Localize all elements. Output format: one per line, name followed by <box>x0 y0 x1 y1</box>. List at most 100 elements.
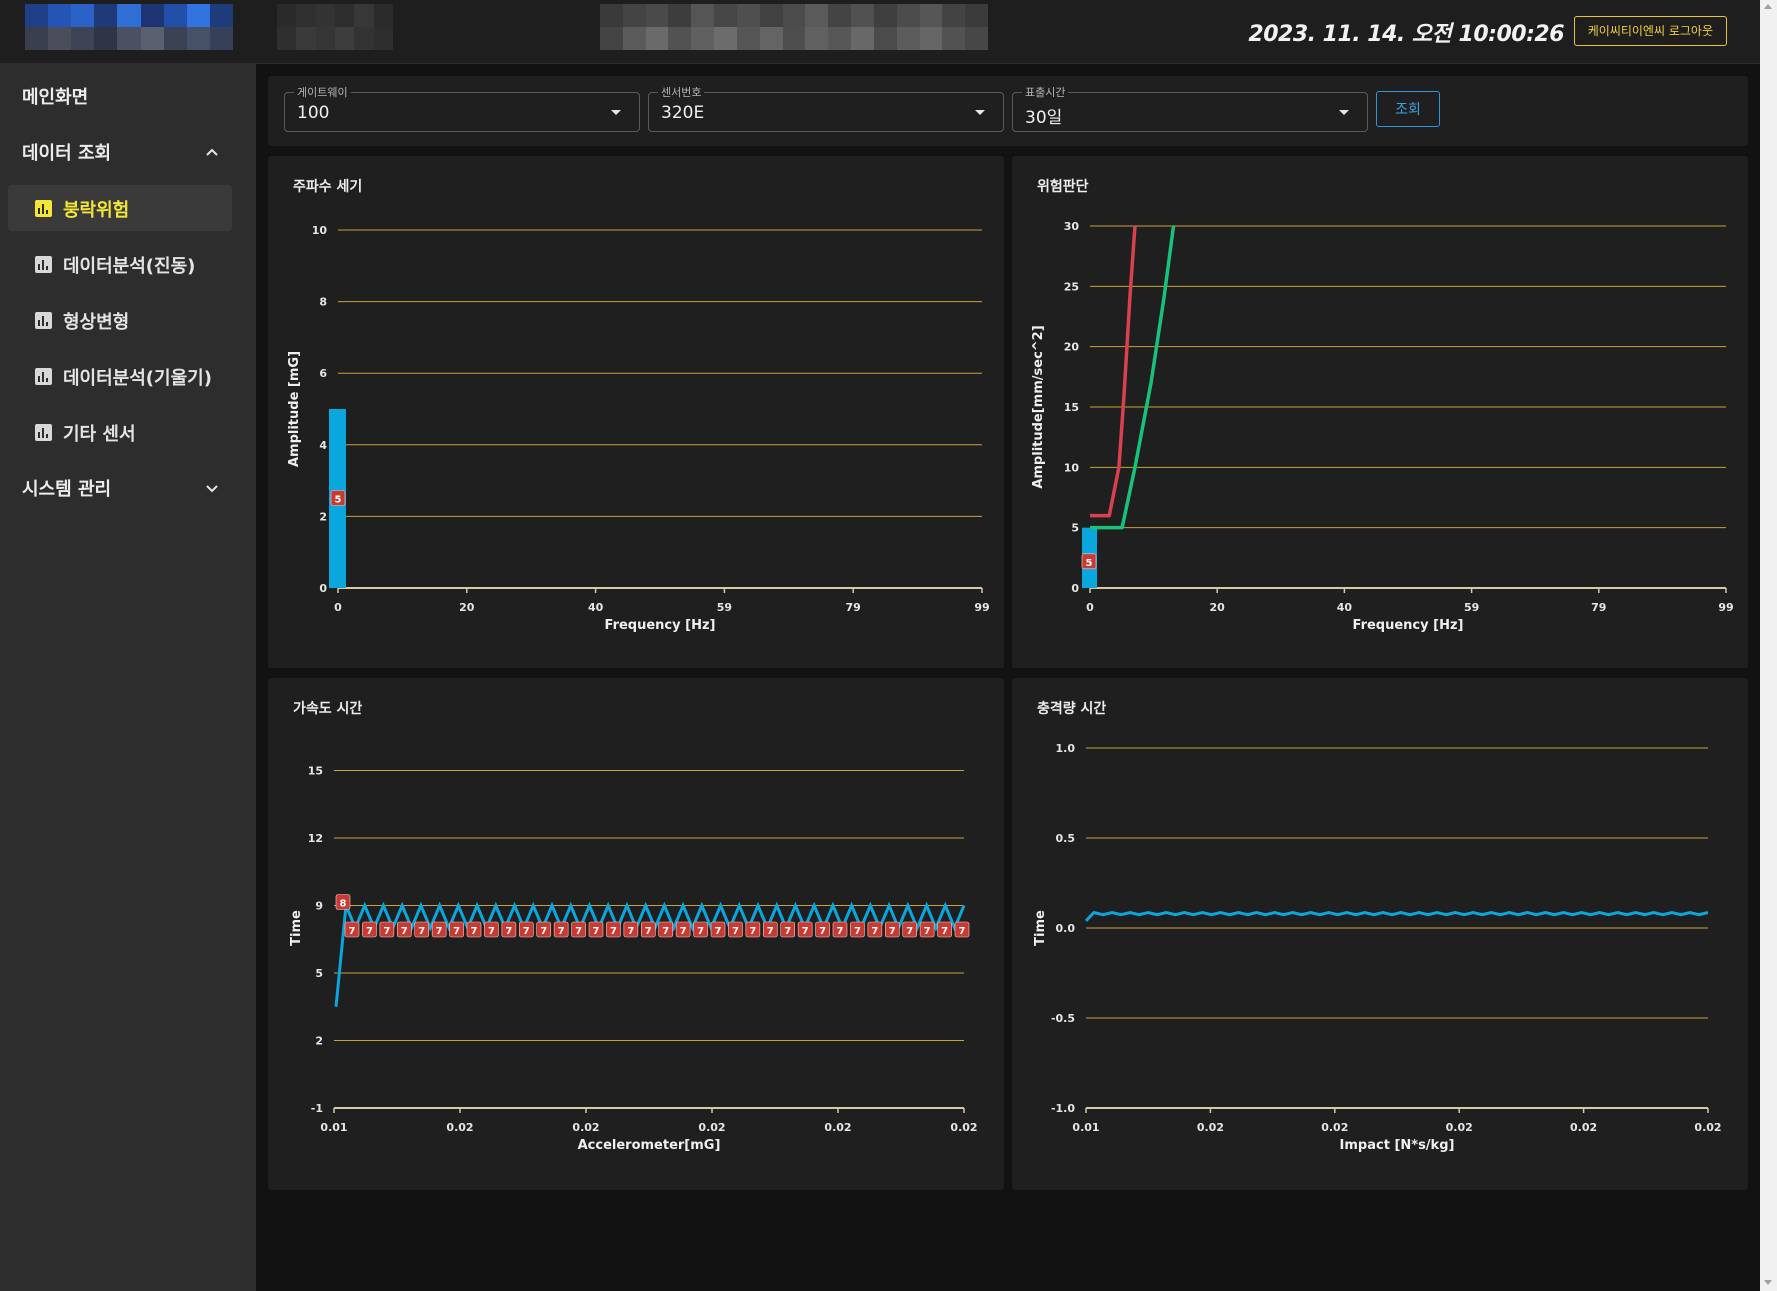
data-label: 7 <box>732 926 739 937</box>
period-select[interactable]: 표출시간 30일 <box>1012 84 1368 132</box>
x-tick-label: 0.02 <box>446 1121 473 1134</box>
x-tick-label: 99 <box>974 601 989 614</box>
x-axis-title: Impact [N*s/kg] <box>1340 1138 1455 1153</box>
data-label: 7 <box>523 926 530 937</box>
data-label: 5 <box>335 495 342 506</box>
data-label: 7 <box>941 926 948 937</box>
sidebar-item-other-sensors[interactable]: 기타 센서 <box>8 409 232 455</box>
data-label: 7 <box>906 926 913 937</box>
x-tick-label: 79 <box>1591 601 1606 614</box>
chevron-down-icon[interactable] <box>204 480 220 496</box>
x-tick-label: 0.02 <box>1321 1121 1348 1134</box>
y-axis-title: Time <box>1033 910 1048 946</box>
x-tick-label: 0.01 <box>320 1121 347 1134</box>
data-label: 7 <box>837 926 844 937</box>
caret-down-icon <box>611 110 621 115</box>
x-tick-label: 59 <box>1464 601 1479 614</box>
y-tick-label: 15 <box>308 765 323 778</box>
data-label: 8 <box>340 899 347 910</box>
risk-chart: 0 5 10 15 20 25 30 0 20 40 59 79 99 Frequency [Hz] Amp… <box>1031 220 1734 633</box>
data-label: 7 <box>697 926 704 937</box>
y-tick-label: 8 <box>319 296 327 309</box>
sidebar-item-vibration-analysis[interactable]: 데이터분석(진동) <box>8 241 232 287</box>
y-tick-label: 10 <box>1064 461 1080 474</box>
bar-chart-icon <box>35 368 52 385</box>
data-label: 7 <box>924 926 931 937</box>
impact-series-line <box>1084 910 1709 922</box>
y-tick-label: 25 <box>1064 280 1079 293</box>
x-axis-title: Frequency [Hz] <box>1353 618 1464 633</box>
chart-panel-risk: 위험판단 0 5 10 15 20 25 30 0 20 40 59 79 99 Frequency [H… <box>1012 156 1748 668</box>
data-label: 7 <box>749 926 756 937</box>
y-axis-title: Amplitude[mm/sec^2] <box>1031 325 1046 488</box>
scroll-down-arrow-icon[interactable] <box>1764 1280 1772 1285</box>
x-tick-label: 0 <box>1086 601 1094 614</box>
logout-button[interactable]: 케이씨티이엔씨 로그아웃 <box>1573 16 1727 46</box>
caret-down-icon <box>1339 110 1349 115</box>
x-tick-label: 0 <box>334 601 342 614</box>
y-tick-label: -1 <box>311 1102 323 1115</box>
x-tick-label: 79 <box>846 601 861 614</box>
sidebar-item-tilt-analysis[interactable]: 데이터분석(기울기) <box>8 353 232 399</box>
gateway-select-value: 100 <box>297 103 330 123</box>
page-scrollbar[interactable] <box>1760 0 1777 1291</box>
x-tick-label: 0.02 <box>1570 1121 1597 1134</box>
data-label: 7 <box>575 926 582 937</box>
chart-panel-impact: 충격량 시간 -1.0 -0.5 0.0 0.5 1.0 0.01 0.02 0.02 0.02… <box>1012 678 1748 1190</box>
data-label: 7 <box>645 926 652 937</box>
bar-chart-icon <box>35 312 52 329</box>
x-tick-label: 40 <box>1337 601 1353 614</box>
x-tick-label: 20 <box>1210 601 1226 614</box>
data-label: 7 <box>871 926 878 937</box>
sidebar-group-data[interactable]: 데이터 조회 <box>22 139 111 165</box>
y-tick-label: 12 <box>308 832 323 845</box>
red-threshold-line <box>1090 225 1137 518</box>
sidebar-item-main[interactable]: 메인화면 <box>22 83 88 109</box>
app-window: 2023. 11. 14. 오전 10:00:26 케이씨티이엔씨 로그아웃 메… <box>0 0 1777 1291</box>
header-blurred-text <box>277 4 393 50</box>
impact-chart: -1.0 -0.5 0.0 0.5 1.0 0.01 0.02 0.02 0.02 0.02 0.0… <box>1033 742 1722 1153</box>
sidebar-group-system[interactable]: 시스템 관리 <box>22 475 111 501</box>
data-label: 7 <box>715 926 722 937</box>
period-select-value: 30일 <box>1025 108 1063 128</box>
y-tick-label: 9 <box>315 900 323 913</box>
x-tick-label: 59 <box>717 601 732 614</box>
sensor-select-label: 센서번호 <box>658 84 705 100</box>
data-label: 7 <box>436 926 443 937</box>
x-axis-title: Frequency [Hz] <box>605 618 716 633</box>
sidebar-item-label: 기타 센서 <box>63 424 136 445</box>
y-tick-label: -0.5 <box>1051 1012 1075 1025</box>
data-label: 7 <box>662 926 669 937</box>
sensor-select[interactable]: 센서번호 320E <box>648 84 1004 132</box>
sidebar-item-shape-deformation[interactable]: 형상변형 <box>8 297 232 343</box>
y-tick-label: 0.5 <box>1056 832 1076 845</box>
data-label: 7 <box>558 926 565 937</box>
gateway-select[interactable]: 게이트웨이 100 <box>284 84 640 132</box>
scroll-up-arrow-icon[interactable] <box>1764 4 1772 9</box>
query-button[interactable]: 조회 <box>1376 91 1440 127</box>
sidebar-item-label: 데이터분석(기울기) <box>63 368 212 389</box>
chart-panel-acceleration: 가속도 시간 -1 2 5 9 12 15 0.01 0.02 0.02 0.02 0.02 0.02… <box>268 678 1004 1190</box>
data-label: 7 <box>593 926 600 937</box>
y-tick-label: 10 <box>312 224 328 237</box>
data-label: 7 <box>488 926 495 937</box>
x-tick-label: 0.02 <box>824 1121 851 1134</box>
sidebar-item-label: 데이터분석(진동) <box>63 256 196 277</box>
y-tick-label: 2 <box>319 510 327 523</box>
gateway-select-label: 게이트웨이 <box>294 84 351 100</box>
chevron-up-icon[interactable] <box>204 144 220 160</box>
top-header: 2023. 11. 14. 오전 10:00:26 케이씨티이엔씨 로그아웃 <box>0 0 1760 64</box>
data-label: 7 <box>889 926 896 937</box>
y-tick-label: 0 <box>1071 582 1079 595</box>
x-tick-label: 0.02 <box>950 1121 977 1134</box>
x-tick-label: 0.02 <box>698 1121 725 1134</box>
data-label: 7 <box>819 926 826 937</box>
logo <box>25 4 233 50</box>
sidebar-item-collapse-risk[interactable]: 붕락위험 <box>8 185 232 231</box>
header-blurred-title <box>600 4 988 50</box>
data-label: 7 <box>767 926 774 937</box>
x-tick-label: 0.01 <box>1072 1121 1099 1134</box>
period-select-label: 표출시간 <box>1022 84 1069 100</box>
data-label: 7 <box>401 926 408 937</box>
x-tick-label: 99 <box>1718 601 1733 614</box>
